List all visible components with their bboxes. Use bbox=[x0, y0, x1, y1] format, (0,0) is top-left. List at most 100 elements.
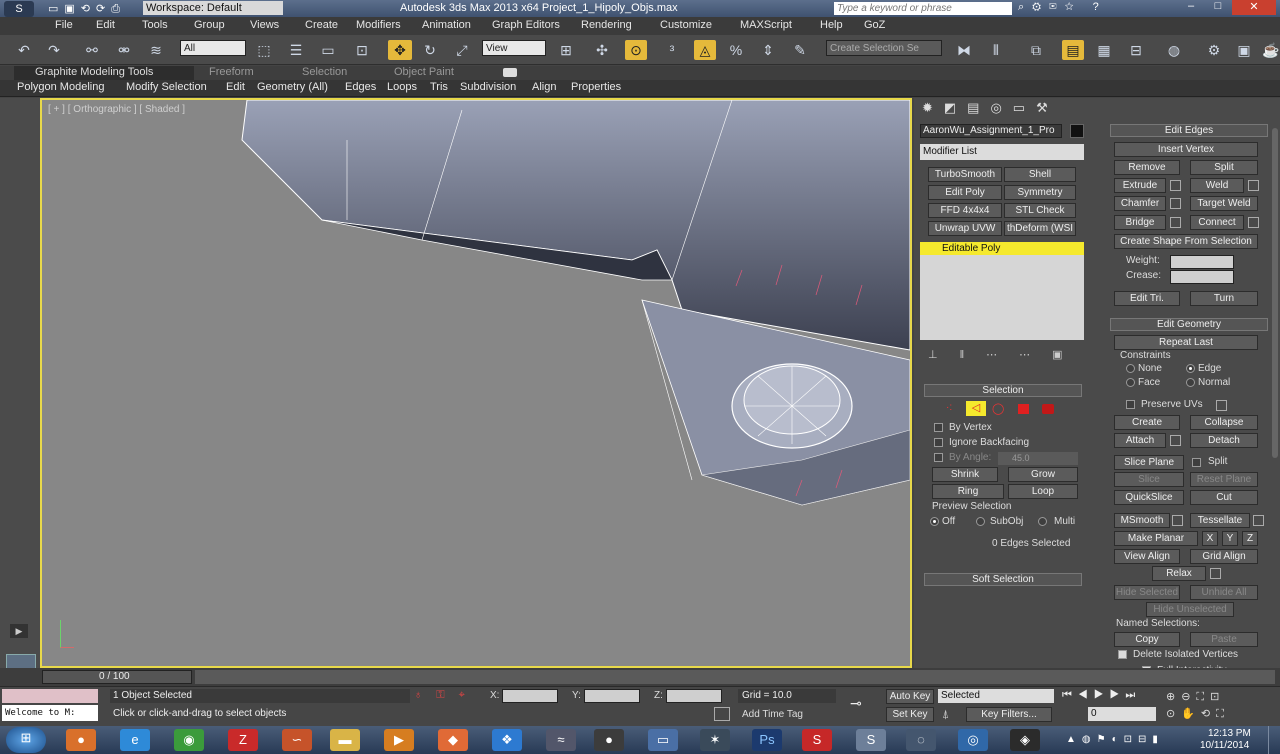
named-selection-dropdown[interactable]: Create Selection Se bbox=[826, 40, 942, 56]
tessellate-settings-icon[interactable] bbox=[1253, 515, 1264, 526]
app-swirl-icon[interactable]: ∽ bbox=[282, 729, 312, 751]
ring-button[interactable]: Ring bbox=[932, 484, 1004, 499]
ribbon-options-icon[interactable] bbox=[503, 68, 517, 77]
menu-create[interactable]: Create bbox=[305, 19, 338, 31]
window-crossing-icon[interactable]: ⊡ bbox=[352, 40, 372, 60]
cut-button[interactable]: Cut bbox=[1190, 490, 1258, 505]
grow-button[interactable]: Grow bbox=[1008, 467, 1078, 482]
constraint-edge-radio[interactable] bbox=[1186, 364, 1195, 373]
polygon-icon[interactable] bbox=[1018, 404, 1029, 414]
move-icon[interactable]: ✥ bbox=[388, 40, 412, 60]
object-name-field[interactable]: AaronWu_Assignment_1_Pro bbox=[920, 124, 1062, 138]
panel-align[interactable]: Align bbox=[532, 81, 556, 93]
menu-animation[interactable]: Animation bbox=[422, 19, 471, 31]
split-checkbox[interactable] bbox=[1192, 458, 1201, 467]
loop-button[interactable]: Loop bbox=[1008, 484, 1078, 499]
current-frame-field[interactable]: 0 bbox=[1088, 707, 1156, 721]
selection-rollout-header[interactable]: Selection bbox=[924, 384, 1082, 397]
preview-subobj-radio[interactable] bbox=[976, 517, 985, 526]
menu-rendering[interactable]: Rendering bbox=[581, 19, 632, 31]
z-coordinate-field[interactable] bbox=[666, 689, 722, 703]
time-slider[interactable]: 0 / 100 bbox=[42, 670, 192, 684]
menu-views[interactable]: Views bbox=[250, 19, 279, 31]
quick-access-icons[interactable]: ▭▣⟲⟳⎙ bbox=[48, 2, 126, 16]
element-icon[interactable] bbox=[1042, 404, 1054, 414]
3dsmax-taskbar-icon[interactable]: S bbox=[856, 729, 886, 751]
reference-coord-dropdown[interactable]: View bbox=[482, 40, 546, 56]
preview-multi-radio[interactable] bbox=[1038, 517, 1047, 526]
close-icon[interactable]: ✕ bbox=[1232, 0, 1276, 15]
grid-align-button[interactable]: Grid Align bbox=[1190, 549, 1258, 564]
chrome-icon[interactable]: ◉ bbox=[174, 729, 204, 751]
edge-icon[interactable]: ◁ bbox=[966, 401, 986, 416]
app-globe-icon[interactable]: ◎ bbox=[958, 729, 988, 751]
isolate-lock-icons[interactable]: ♁⚿⌖ bbox=[414, 689, 479, 702]
select-manipulate-icon[interactable]: ✣ bbox=[592, 40, 612, 60]
attach-button[interactable]: Attach bbox=[1114, 433, 1166, 448]
maxscript-welcome[interactable]: Welcome to M: bbox=[2, 705, 98, 721]
mod-ffd-button[interactable]: FFD 4x4x4 bbox=[928, 203, 1002, 218]
menu-modifiers[interactable]: Modifiers bbox=[356, 19, 401, 31]
dropbox-icon[interactable]: ❖ bbox=[492, 729, 522, 751]
menu-graph-editors[interactable]: Graph Editors bbox=[492, 19, 560, 31]
vertex-icon[interactable]: ·: bbox=[946, 402, 952, 413]
planar-z-button[interactable]: Z bbox=[1242, 531, 1258, 546]
panel-edit[interactable]: Edit bbox=[226, 81, 245, 93]
crease-spinner[interactable] bbox=[1170, 270, 1234, 284]
preserve-uvs-checkbox[interactable] bbox=[1126, 400, 1135, 409]
panel-properties[interactable]: Properties bbox=[571, 81, 621, 93]
menu-edit[interactable]: Edit bbox=[96, 19, 115, 31]
menu-help[interactable]: Help bbox=[820, 19, 843, 31]
maximize-icon[interactable]: □ bbox=[1205, 0, 1231, 15]
menu-tools[interactable]: Tools bbox=[142, 19, 168, 31]
schematic-view-icon[interactable]: ⊟ bbox=[1126, 40, 1146, 60]
panel-subdivision[interactable]: Subdivision bbox=[460, 81, 516, 93]
app-wave-icon[interactable]: ≈ bbox=[546, 729, 576, 751]
mod-symmetry-button[interactable]: Symmetry bbox=[1004, 185, 1076, 200]
photoshop-icon[interactable]: Ps bbox=[752, 729, 782, 751]
media-player-icon[interactable]: ▶ bbox=[384, 729, 414, 751]
angle-snap-icon[interactable]: ◬ bbox=[694, 40, 716, 60]
repeat-last-button[interactable]: Repeat Last bbox=[1114, 335, 1258, 350]
remove-button[interactable]: Remove bbox=[1114, 160, 1180, 175]
layers-icon[interactable]: ⧉ bbox=[1026, 40, 1046, 60]
make-planar-button[interactable]: Make Planar bbox=[1114, 531, 1198, 546]
workspace-dropdown[interactable]: Workspace: Default bbox=[143, 1, 283, 15]
key-mode-dropdown[interactable]: Selected bbox=[938, 689, 1054, 703]
shrink-button[interactable]: Shrink bbox=[932, 467, 998, 482]
auto-key-button[interactable]: Auto Key bbox=[886, 689, 934, 704]
material-editor-icon[interactable]: ◍ bbox=[1164, 40, 1184, 60]
menu-goz[interactable]: GoZ bbox=[864, 19, 885, 31]
explorer-folder-icon[interactable]: ▬ bbox=[330, 729, 360, 751]
tab-freeform[interactable]: Freeform bbox=[209, 66, 254, 78]
scale-icon[interactable]: ⤢ bbox=[452, 40, 472, 60]
maxscript-listener-mini[interactable] bbox=[2, 689, 98, 703]
search-field[interactable]: Type a keyword or phrase bbox=[834, 2, 1012, 15]
time-tag-icon[interactable] bbox=[714, 707, 730, 721]
panel-loops[interactable]: Loops bbox=[387, 81, 417, 93]
bridge-button[interactable]: Bridge bbox=[1114, 215, 1166, 230]
ribbon-toggle-icon[interactable]: ▤ bbox=[1062, 40, 1084, 60]
collapse-button[interactable]: Collapse bbox=[1190, 415, 1258, 430]
angle-spinner[interactable]: 45.0 bbox=[998, 452, 1078, 465]
chamfer-settings-icon[interactable] bbox=[1170, 198, 1181, 209]
unlink-icon[interactable]: ⚮ bbox=[114, 40, 134, 60]
spinner-snap-icon[interactable]: ⇕ bbox=[758, 40, 778, 60]
constraint-normal-radio[interactable] bbox=[1186, 378, 1195, 387]
selection-filter-dropdown[interactable]: All bbox=[180, 40, 246, 56]
panel-tab-icons[interactable]: ✹◩▤◎▭⚒ bbox=[922, 100, 1092, 116]
menu-customize[interactable]: Customize bbox=[660, 19, 712, 31]
extrude-settings-icon[interactable] bbox=[1170, 180, 1181, 191]
app-gem-icon[interactable]: ◆ bbox=[438, 729, 468, 751]
mod-thdeform-button[interactable]: thDeform (WSI bbox=[1004, 221, 1076, 236]
border-icon[interactable]: ◯ bbox=[992, 402, 1004, 415]
align-icon[interactable]: ⫴ bbox=[986, 40, 1006, 60]
playback-controls[interactable]: ⏮◀▶▶⏭ bbox=[1062, 689, 1182, 702]
panel-modify-selection[interactable]: Modify Selection bbox=[126, 81, 207, 93]
unhide-all-button[interactable]: Unhide All bbox=[1190, 585, 1258, 600]
mod-unwrap-uvw-button[interactable]: Unwrap UVW bbox=[928, 221, 1002, 236]
view-align-button[interactable]: View Align bbox=[1114, 549, 1180, 564]
create-shape-button[interactable]: Create Shape From Selection bbox=[1114, 234, 1258, 249]
preserve-uvs-settings-icon[interactable] bbox=[1216, 400, 1227, 411]
tab-graphite-modeling[interactable]: Graphite Modeling Tools bbox=[35, 66, 153, 78]
